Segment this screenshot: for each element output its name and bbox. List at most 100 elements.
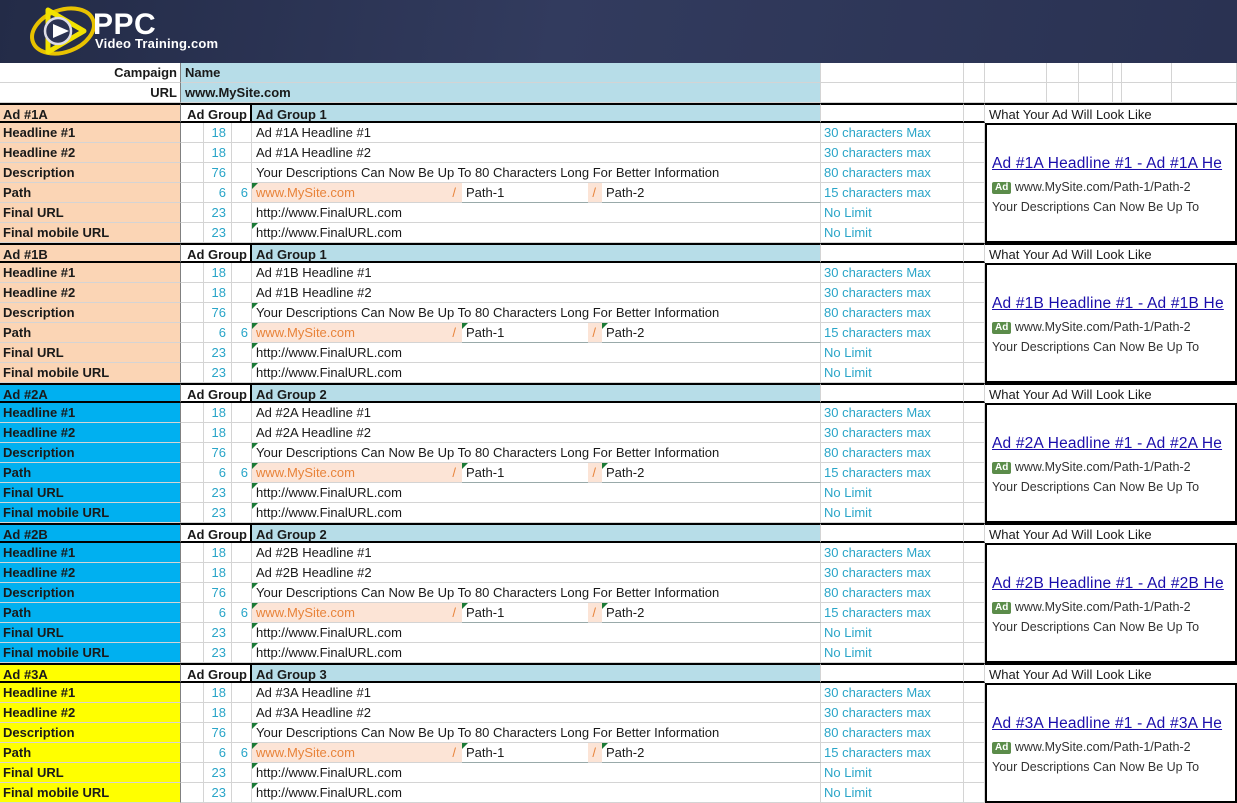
char-count-headline2: 18 [204,563,232,583]
field-value-headline2[interactable]: Ad #2B Headline #2 [252,563,821,583]
field-value-headline2[interactable]: Ad #3A Headline #2 [252,703,821,723]
field-value-headline2[interactable]: Ad #2A Headline #2 [252,423,821,443]
empty-cell [964,283,985,303]
field-label-final_mobile_url: Final mobile URL [0,363,181,383]
field-value-headline1[interactable]: Ad #1A Headline #1 [252,123,821,143]
spacer-cell [232,263,252,283]
char-count-final_url: 23 [204,203,232,223]
comment-marker-icon [252,643,258,649]
field-value-final_url[interactable]: http://www.FinalURL.com [252,763,821,783]
field-label-headline2: Headline #2 [0,703,181,723]
limit-final_url: No Limit [821,343,964,363]
preview-description: Your Descriptions Can Now Be Up To [992,340,1200,354]
char-count-path-2: 6 [232,603,252,623]
char-count-path-2: 6 [232,743,252,763]
field-value-final_mobile_url[interactable]: http://www.FinalURL.com [252,223,821,243]
path-domain[interactable]: www.MySite.com [252,183,448,203]
path-2-input[interactable]: Path-2 [602,743,821,763]
field-value-headline2[interactable]: Ad #1A Headline #2 [252,143,821,163]
field-value-final_url[interactable]: http://www.FinalURL.com [252,343,821,363]
field-label-headline2: Headline #2 [0,143,181,163]
path-domain[interactable]: www.MySite.com [252,323,448,343]
field-value-description[interactable]: Your Descriptions Can Now Be Up To 80 Ch… [252,443,821,463]
ad-group-value[interactable]: Ad Group 2 [252,383,821,403]
ad-preview-box-ad-2b: Ad #2B Headline #1 - Ad #2B He Ad www.MyS… [985,543,1237,663]
field-value-headline1[interactable]: Ad #3A Headline #1 [252,683,821,703]
field-value-headline1[interactable]: Ad #1B Headline #1 [252,263,821,283]
path-2-input[interactable]: Path-2 [602,183,821,203]
empty-cell [964,723,985,743]
spacer-cell [181,783,204,803]
field-label-path: Path [0,463,181,483]
path-1-input[interactable]: Path-1 [462,603,588,623]
path-2-input[interactable]: Path-2 [602,323,821,343]
field-value-description[interactable]: Your Descriptions Can Now Be Up To 80 Ch… [252,303,821,323]
field-value-final_mobile_url[interactable]: http://www.FinalURL.com [252,503,821,523]
path-1-input[interactable]: Path-1 [462,463,588,483]
path-domain[interactable]: www.MySite.com [252,463,448,483]
limit-description: 80 characters max [821,583,964,603]
ad-group-value[interactable]: Ad Group 1 [252,243,821,263]
top-field-value[interactable]: www.MySite.com [181,83,821,103]
field-value-headline2[interactable]: Ad #1B Headline #2 [252,283,821,303]
preview-headline-link[interactable]: Ad #2A Headline #1 - Ad #2A He [992,435,1222,453]
field-value-description[interactable]: Your Descriptions Can Now Be Up To 80 Ch… [252,723,821,743]
field-value-headline1[interactable]: Ad #2B Headline #1 [252,543,821,563]
empty-cell [964,663,985,683]
field-value-final_mobile_url[interactable]: http://www.FinalURL.com [252,363,821,383]
path-separator-1: / [448,463,462,483]
empty-cell [964,783,985,803]
empty-cell [1047,63,1079,83]
limit-path: 15 characters max [821,183,964,203]
ad-group-value[interactable]: Ad Group 1 [252,103,821,123]
path-1-input[interactable]: Path-1 [462,183,588,203]
field-label-headline2: Headline #2 [0,423,181,443]
path-1-input[interactable]: Path-1 [462,323,588,343]
field-value-final_url[interactable]: http://www.FinalURL.com [252,483,821,503]
empty-cell [964,303,985,323]
empty-cell [964,643,985,663]
field-value-final_mobile_url[interactable]: http://www.FinalURL.com [252,643,821,663]
spreadsheet-grid[interactable]: Campaign Name URL www.MySite.com Ad #1A Ad Gr… [0,63,1237,803]
comment-marker-icon [252,343,258,349]
ad-preview-box-ad-3a: Ad #3A Headline #1 - Ad #3A He Ad www.MyS… [985,683,1237,803]
spacer-cell [181,123,204,143]
path-2-input[interactable]: Path-2 [602,463,821,483]
path-1-input[interactable]: Path-1 [462,743,588,763]
empty-cell [821,103,964,123]
spacer-cell [181,623,204,643]
comment-marker-icon [252,483,258,489]
limit-headline1: 30 characters Max [821,263,964,283]
empty-cell [964,763,985,783]
field-value-description[interactable]: Your Descriptions Can Now Be Up To 80 Ch… [252,583,821,603]
spacer-cell [181,463,204,483]
field-value-final_url[interactable]: http://www.FinalURL.com [252,623,821,643]
preview-headline-link[interactable]: Ad #2B Headline #1 - Ad #2B He [992,575,1224,593]
field-label-final_url: Final URL [0,483,181,503]
field-value-headline1[interactable]: Ad #2A Headline #1 [252,403,821,423]
ad-group-value[interactable]: Ad Group 2 [252,523,821,543]
empty-cell [1047,83,1079,103]
field-value-final_url[interactable]: http://www.FinalURL.com [252,203,821,223]
spacer-cell [181,603,204,623]
spacer-cell [232,483,252,503]
top-field-value[interactable]: Name [181,63,821,83]
empty-cell [1122,63,1172,83]
preview-headline-link[interactable]: Ad #3A Headline #1 - Ad #3A He [992,715,1222,733]
field-label-final_url: Final URL [0,623,181,643]
path-domain[interactable]: www.MySite.com [252,743,448,763]
spacer-cell [181,723,204,743]
field-value-final_mobile_url[interactable]: http://www.FinalURL.com [252,783,821,803]
comment-marker-icon [252,723,258,729]
path-2-input[interactable]: Path-2 [602,603,821,623]
path-domain[interactable]: www.MySite.com [252,603,448,623]
preview-headline-link[interactable]: Ad #1A Headline #1 - Ad #1A He [992,155,1222,173]
limit-headline2: 30 characters max [821,283,964,303]
field-value-description[interactable]: Your Descriptions Can Now Be Up To 80 Ch… [252,163,821,183]
comment-marker-icon [252,223,258,229]
field-label-headline1: Headline #1 [0,403,181,423]
preview-headline-link[interactable]: Ad #1B Headline #1 - Ad #1B He [992,295,1224,313]
ad-block-title: Ad #1B [0,243,181,263]
ad-group-value[interactable]: Ad Group 3 [252,663,821,683]
comment-marker-icon [252,623,258,629]
